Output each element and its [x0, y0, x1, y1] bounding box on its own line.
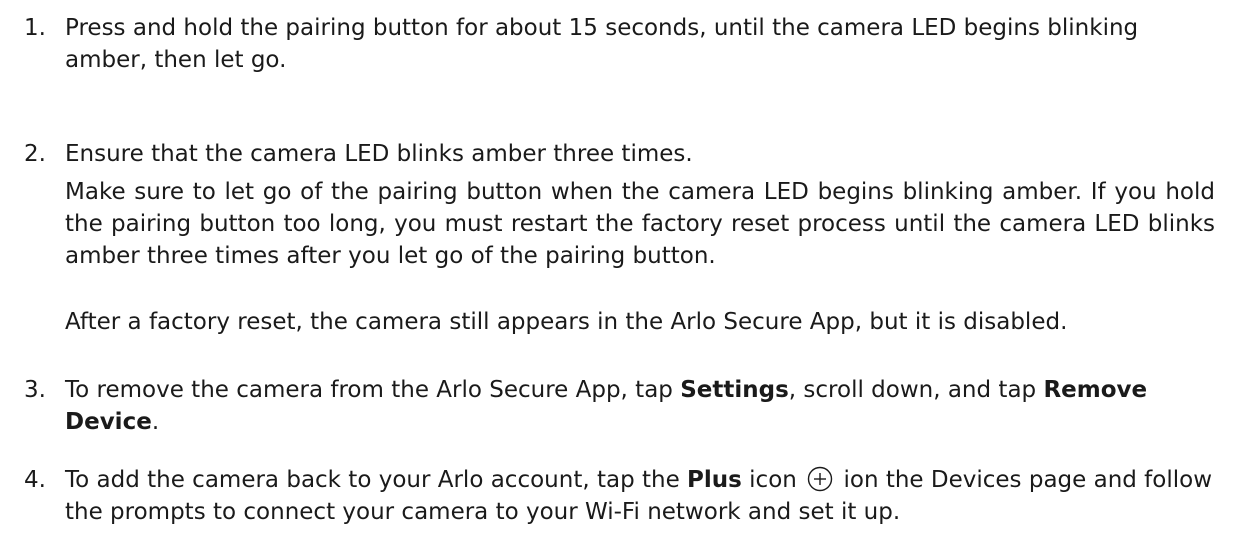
plus-label: Plus — [687, 467, 742, 493]
step-text: To add the camera back to your Arlo acco… — [65, 464, 1215, 528]
settings-label: Settings — [680, 377, 789, 403]
step-number: 1. — [24, 15, 46, 41]
step-text-part: To remove the camera from the Arlo Secur… — [65, 377, 681, 403]
plus-circle-icon — [807, 466, 833, 492]
step-number: 3. — [24, 377, 46, 403]
step-text: Ensure that the camera LED blinks amber … — [65, 141, 693, 167]
step-text: Press and hold the pairing button for ab… — [65, 15, 1139, 73]
step-note: Make sure to let go of the pairing butto… — [65, 179, 1215, 269]
step-note: After a factory reset, the camera still … — [65, 309, 1068, 335]
step-text-part: To add the camera back to your Arlo acco… — [65, 467, 688, 493]
step-number: 2. — [24, 141, 46, 167]
step-text-part: . — [151, 409, 160, 435]
step-number: 4. — [24, 467, 46, 493]
step-text: To remove the camera from the Arlo Secur… — [65, 374, 1215, 438]
step-text-part: icon — [741, 467, 805, 493]
step-text-part: , scroll down, and tap — [788, 377, 1044, 403]
